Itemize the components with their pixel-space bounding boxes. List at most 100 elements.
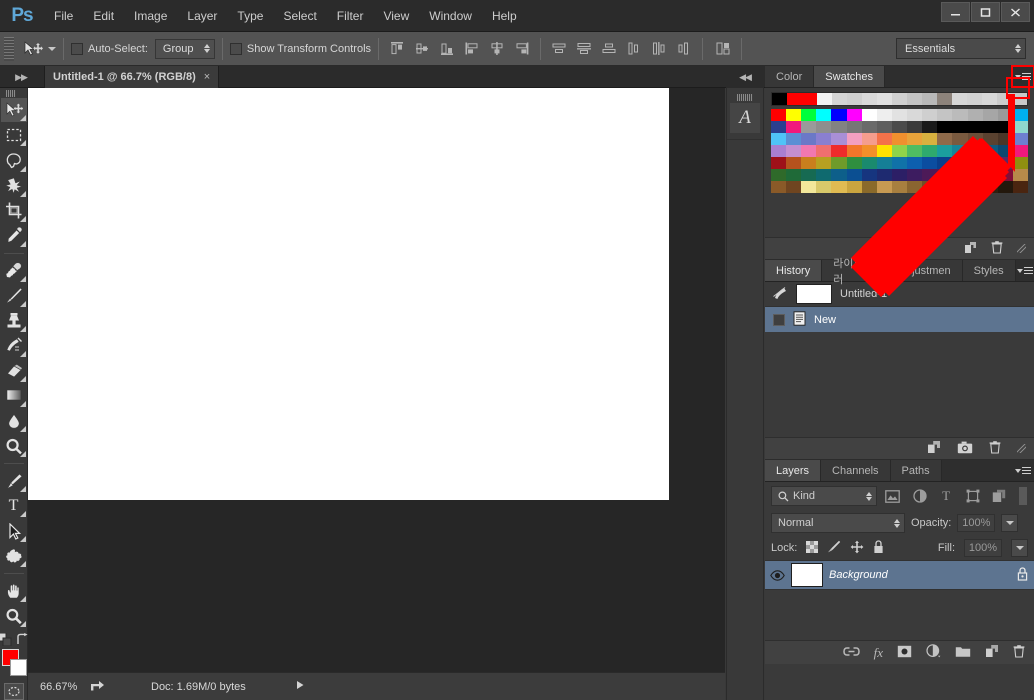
swatch-cell[interactable] <box>997 121 1013 133</box>
history-snapshot-row[interactable]: Untitled-1 <box>765 282 1034 307</box>
lock-position-icon[interactable] <box>850 540 864 557</box>
layer-row-background[interactable]: Background <box>765 560 1034 590</box>
swatch-cell[interactable] <box>831 145 847 157</box>
clone-stamp-tool[interactable] <box>1 309 27 333</box>
pen-tool[interactable] <box>1 469 27 493</box>
swatch-cell[interactable] <box>772 93 787 105</box>
swatch-cell[interactable] <box>876 145 892 157</box>
edit-in-quick-mask-icon[interactable] <box>3 683 24 700</box>
swatch-cell[interactable] <box>937 145 953 157</box>
menu-file[interactable]: File <box>44 5 83 27</box>
character-panel-icon[interactable]: A <box>730 103 760 133</box>
swatch-cell[interactable] <box>862 93 877 105</box>
swatch-cell[interactable] <box>786 145 802 157</box>
menu-type[interactable]: Type <box>227 5 273 27</box>
distribute-horizontal-centers-icon[interactable] <box>648 38 670 60</box>
swatch-cell[interactable] <box>922 121 938 133</box>
tab-color[interactable]: Color <box>765 66 815 87</box>
swatch-cell[interactable] <box>937 109 953 121</box>
menu-filter[interactable]: Filter <box>327 5 374 27</box>
swatch-cell[interactable] <box>786 109 802 121</box>
filter-shape-layers-icon[interactable] <box>962 486 983 506</box>
eraser-tool[interactable] <box>1 359 27 383</box>
swatch-cell[interactable] <box>937 133 953 145</box>
lock-all-icon[interactable] <box>873 539 884 557</box>
auto-align-layers-icon[interactable] <box>712 38 734 60</box>
menu-window[interactable]: Window <box>419 5 482 27</box>
new-fill-adjustment-layer-icon[interactable] <box>926 644 941 661</box>
swatch-cell[interactable] <box>861 169 877 181</box>
delete-layer-icon[interactable] <box>1013 644 1025 661</box>
swatch-cell[interactable] <box>982 181 998 193</box>
swatch-cell[interactable] <box>967 133 983 145</box>
swatch-cell[interactable] <box>846 181 862 193</box>
swatches-color-grid[interactable] <box>771 109 1028 193</box>
swatch-cell[interactable] <box>952 109 968 121</box>
swatch-cell[interactable] <box>982 121 998 133</box>
lasso-tool[interactable] <box>1 148 27 172</box>
swatch-cell[interactable] <box>907 181 923 193</box>
background-color-swatch[interactable] <box>9 659 27 677</box>
swatch-cell[interactable] <box>967 145 983 157</box>
document-canvas[interactable] <box>28 88 669 500</box>
swatch-cell[interactable] <box>891 145 908 157</box>
swatch-cell[interactable] <box>952 181 968 193</box>
swatch-cell[interactable] <box>952 169 968 181</box>
swatch-cell[interactable] <box>1012 145 1028 157</box>
panel-resize-grip[interactable] <box>1017 444 1026 453</box>
history-brush-source-icon[interactable] <box>773 286 788 303</box>
swatch-cell[interactable] <box>801 109 817 121</box>
swatch-cell[interactable] <box>846 157 862 169</box>
swatch-cell[interactable] <box>816 181 832 193</box>
swatch-cell[interactable] <box>786 157 802 169</box>
swatch-cell[interactable] <box>846 169 862 181</box>
swatch-cell[interactable] <box>922 145 938 157</box>
swatch-cell[interactable] <box>861 145 877 157</box>
swatch-cell[interactable] <box>907 133 923 145</box>
brush-tool[interactable] <box>1 284 27 308</box>
tab-paths[interactable]: Paths <box>890 460 942 481</box>
swatch-cell[interactable] <box>771 133 787 145</box>
tab-libraries[interactable]: 라이브러러 <box>822 258 888 286</box>
swatch-cell[interactable] <box>876 109 892 121</box>
swatch-cell[interactable] <box>982 157 998 169</box>
swatch-cell[interactable] <box>802 93 817 105</box>
swatch-cell[interactable] <box>907 109 923 121</box>
delete-swatch-icon[interactable] <box>991 240 1003 257</box>
tab-layers[interactable]: Layers <box>765 460 822 481</box>
swatch-cell[interactable] <box>861 157 877 169</box>
swatch-cell[interactable] <box>937 93 952 105</box>
swatch-cell[interactable] <box>967 121 983 133</box>
swatch-cell[interactable] <box>967 109 983 121</box>
status-menu-arrow-icon[interactable] <box>296 680 305 693</box>
quick-selection-tool[interactable] <box>1 174 27 198</box>
swatch-cell[interactable] <box>1012 181 1028 193</box>
swatch-cell[interactable] <box>831 109 847 121</box>
swatch-cell[interactable] <box>816 121 832 133</box>
history-state-checkbox[interactable] <box>773 313 785 326</box>
swatch-cell[interactable] <box>982 93 997 105</box>
swatch-cell[interactable] <box>786 133 802 145</box>
swatch-cell[interactable] <box>846 109 862 121</box>
swatch-cell[interactable] <box>922 93 937 105</box>
swatch-cell[interactable] <box>937 157 953 169</box>
filter-enable-toggle[interactable] <box>1017 486 1028 506</box>
swatch-cell[interactable] <box>952 121 968 133</box>
distribute-right-edges-icon[interactable] <box>673 38 695 60</box>
current-tool-preset[interactable] <box>20 37 56 61</box>
swatch-cell[interactable] <box>952 133 968 145</box>
swatch-cell[interactable] <box>937 121 953 133</box>
swatch-cell[interactable] <box>816 145 832 157</box>
dodge-tool[interactable] <box>1 434 27 458</box>
auto-select-dropdown[interactable]: Group <box>154 38 215 59</box>
document-tab-untitled-1[interactable]: Untitled-1 @ 66.7% (RGB/8) × <box>44 66 220 88</box>
maximize-button[interactable] <box>971 2 1000 22</box>
minimize-button[interactable] <box>941 2 970 22</box>
tab-history[interactable]: History <box>765 260 823 281</box>
swatch-cell[interactable] <box>967 181 983 193</box>
swatch-cell[interactable] <box>907 169 923 181</box>
menu-help[interactable]: Help <box>482 5 527 27</box>
swatch-cell[interactable] <box>922 133 938 145</box>
rectangular-marquee-tool[interactable] <box>1 123 27 147</box>
expand-panels-icon[interactable]: ▶▶ <box>2 66 40 88</box>
